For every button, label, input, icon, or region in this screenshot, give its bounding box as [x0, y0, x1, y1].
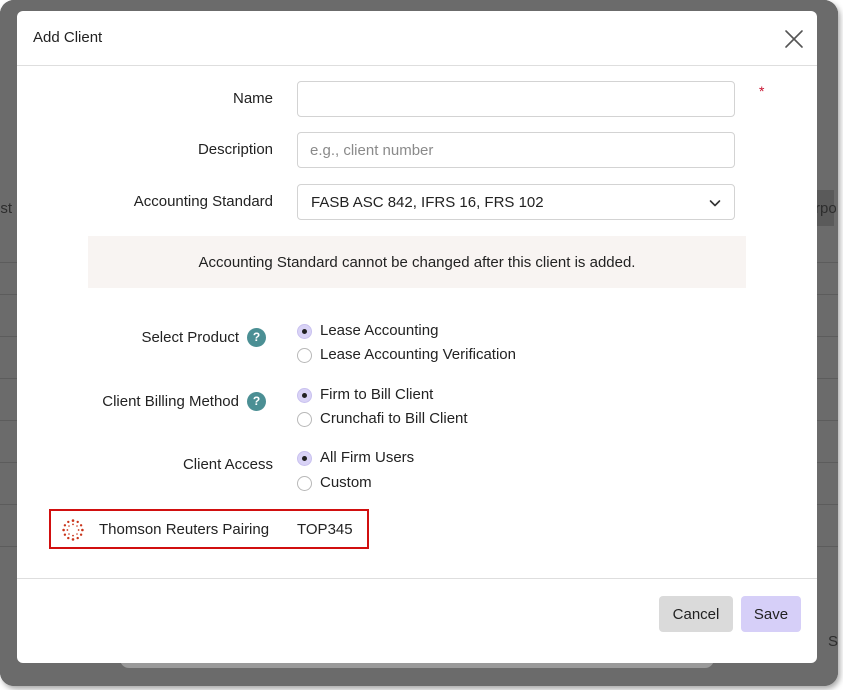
accounting-standard-select[interactable]: FASB ASC 842, IFRS 16, FRS 102	[297, 184, 735, 220]
add-client-modal: Add Client Name * Description Accounting…	[17, 11, 817, 663]
radio-label: Custom	[320, 474, 372, 491]
select-product-label: Select Product	[141, 329, 239, 346]
accounting-standard-value: FASB ASC 842, IFRS 16, FRS 102	[311, 194, 544, 211]
bg-header-fragment-right: rpo	[815, 200, 837, 217]
radio-button-checked	[297, 451, 312, 466]
select-product-help-icon[interactable]: ?	[247, 328, 266, 347]
radio-button	[297, 348, 312, 363]
radio-button-checked	[297, 388, 312, 403]
client-access-label: Client Access	[182, 456, 273, 473]
description-label: Description	[197, 141, 273, 158]
modal-title: Add Client	[33, 29, 103, 46]
radio-label: Lease Accounting Verification	[320, 346, 516, 363]
thomson-reuters-logo-icon	[62, 519, 84, 541]
modal-header: Add Client	[17, 11, 817, 66]
notice-text: Accounting Standard cannot be changed af…	[198, 254, 636, 271]
close-icon	[785, 30, 803, 48]
radio-button	[297, 476, 312, 491]
close-button[interactable]	[781, 26, 807, 52]
required-marker: *	[759, 83, 765, 99]
accounting-standard-notice: Accounting Standard cannot be changed af…	[88, 236, 746, 288]
bg-header-fragment-left: est	[0, 200, 13, 217]
thomson-reuters-pairing-highlight: Thomson Reuters Pairing TOP345	[49, 509, 369, 549]
radio-label: Crunchafi to Bill Client	[320, 410, 468, 427]
radio-label: Lease Accounting	[320, 322, 439, 339]
cancel-button[interactable]: Cancel	[659, 596, 733, 632]
name-label: Name	[232, 90, 273, 107]
name-input[interactable]	[297, 81, 735, 117]
chevron-down-icon	[709, 200, 721, 207]
bg-footer-fragment: S	[828, 633, 838, 650]
radio-label: Firm to Bill Client	[320, 386, 434, 403]
description-input[interactable]	[297, 132, 735, 168]
accounting-standard-label: Accounting Standard	[133, 193, 273, 210]
page-backdrop: est rpo S Add Client Name * Description …	[0, 0, 838, 686]
radio-button	[297, 412, 312, 427]
pairing-value: TOP345	[297, 521, 353, 538]
radio-button-checked	[297, 324, 312, 339]
pairing-label: Thomson Reuters Pairing	[99, 521, 270, 538]
billing-method-label: Client Billing Method	[102, 393, 239, 410]
modal-footer-divider	[17, 578, 817, 579]
radio-label: All Firm Users	[320, 449, 415, 466]
billing-method-help-icon[interactable]: ?	[247, 392, 266, 411]
save-button[interactable]: Save	[741, 596, 801, 632]
